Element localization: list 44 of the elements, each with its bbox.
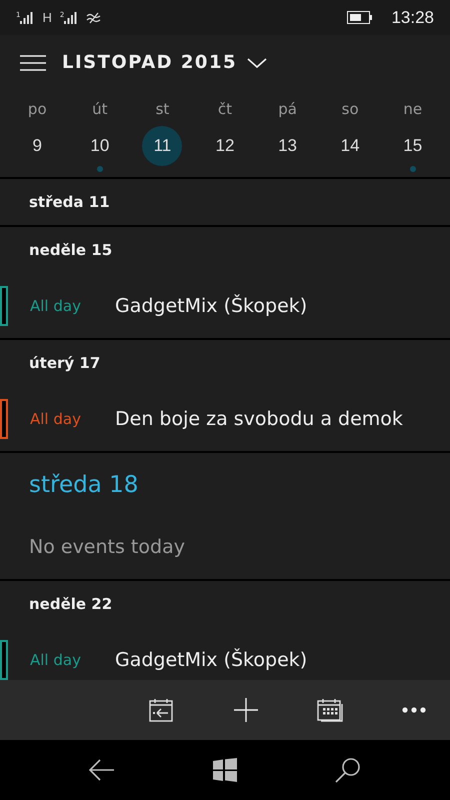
day-heading: neděle 22 — [28, 594, 114, 615]
signal-icon — [20, 12, 34, 24]
date-button[interactable]: 14 — [330, 126, 370, 166]
weekday-label: ne — [403, 100, 422, 120]
wave-icon — [86, 12, 102, 24]
clock-time: 13:28 — [391, 8, 434, 28]
weekday-label: čt — [218, 100, 232, 120]
date-button[interactable]: 12 — [204, 126, 245, 166]
event-time: All day — [30, 296, 82, 314]
weekday-label: po — [28, 100, 47, 120]
weekday-label: st — [156, 100, 170, 120]
menu-icon — [20, 54, 46, 70]
event-title: Den boje za svobodu a demok — [115, 408, 403, 430]
date-button[interactable]: 9 — [17, 126, 58, 166]
day-heading: středa 18 — [28, 471, 140, 500]
date-button[interactable]: 10 — [80, 126, 120, 166]
event-title: GadgetMix (Škopek) — [115, 648, 308, 670]
battery-icon — [347, 11, 374, 24]
month-picker[interactable]: LISTOPAD 2015 — [62, 52, 267, 73]
weekday-label: pá — [278, 100, 297, 120]
more-icon — [402, 707, 426, 713]
event-title: GadgetMix (Škopek) — [115, 294, 308, 316]
day-heading: úterý 17 — [28, 353, 102, 374]
chevron-down-icon — [247, 56, 267, 68]
event-row[interactable]: All day Den boje za svobodu a demok — [0, 386, 450, 451]
windows-icon — [212, 758, 237, 782]
day-heading: středa 11 — [28, 192, 111, 213]
weekday-label: so — [342, 100, 359, 120]
empty-message: No events today — [28, 535, 186, 560]
date-button[interactable]: 11 — [142, 126, 182, 166]
network-type: H — [42, 10, 52, 25]
plus-icon — [234, 698, 258, 722]
date-button[interactable]: 15 — [392, 126, 433, 166]
search-icon — [335, 757, 362, 783]
calendar-icon — [317, 698, 343, 722]
event-time: All day — [30, 410, 82, 428]
day-heading: neděle 15 — [28, 240, 114, 261]
back-icon — [88, 759, 115, 781]
event-row[interactable]: All day GadgetMix (Škopek) — [0, 273, 450, 338]
date-button[interactable]: 13 — [268, 126, 308, 166]
weekday-label: út — [92, 100, 108, 120]
event-time: All day — [30, 650, 82, 668]
signal-icon — [64, 12, 78, 24]
event-row[interactable]: All day GadgetMix (Škopek) — [0, 627, 450, 680]
